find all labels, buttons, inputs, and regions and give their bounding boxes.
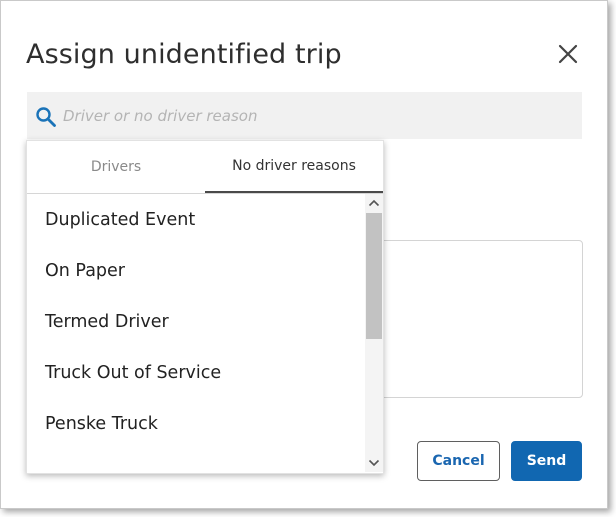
comment-textarea[interactable] [363, 240, 583, 398]
scroll-down-icon[interactable] [365, 454, 383, 472]
reason-list: Duplicated Event On Paper Termed Driver … [27, 194, 365, 472]
tab-no-driver-reasons[interactable]: No driver reasons [205, 141, 383, 193]
tab-drivers[interactable]: Drivers [27, 141, 205, 193]
assign-trip-dialog: Assign unidentified trip Cancel Send Dri… [0, 0, 608, 509]
list-item-termed-driver[interactable]: Termed Driver [27, 296, 365, 347]
scrollbar-thumb[interactable] [366, 213, 382, 339]
search-input[interactable] [61, 100, 565, 132]
dialog-title: Assign unidentified trip [26, 39, 342, 70]
dropdown-tabs: Drivers No driver reasons [27, 141, 383, 194]
search-bar [27, 92, 582, 139]
close-icon[interactable] [557, 43, 579, 65]
list-scrollbar[interactable] [365, 194, 383, 472]
search-icon [35, 106, 57, 128]
list-item-duplicated-event[interactable]: Duplicated Event [27, 194, 365, 245]
scroll-up-icon[interactable] [365, 194, 383, 212]
list-item-on-paper[interactable]: On Paper [27, 245, 365, 296]
cancel-button[interactable]: Cancel [417, 441, 500, 481]
driver-reason-dropdown: Drivers No driver reasons Duplicated Eve… [26, 140, 384, 474]
list-item-penske-truck[interactable]: Penske Truck [27, 398, 365, 449]
send-button[interactable]: Send [511, 441, 582, 481]
list-item-truck-out-of-service[interactable]: Truck Out of Service [27, 347, 365, 398]
